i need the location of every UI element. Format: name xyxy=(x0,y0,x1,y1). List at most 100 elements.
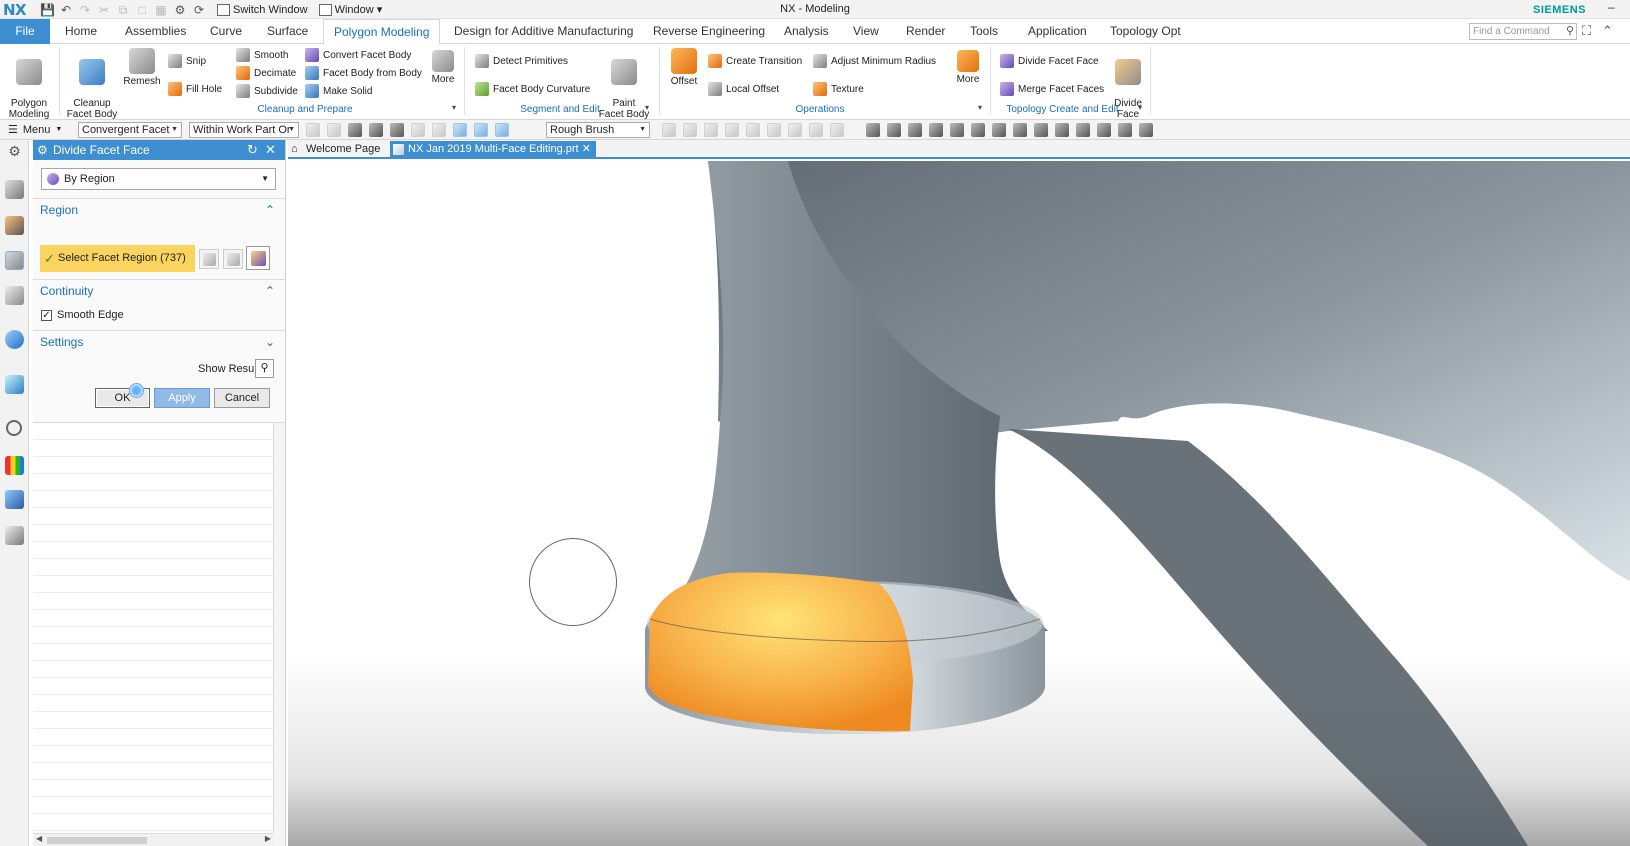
gear-icon[interactable]: ⚙ xyxy=(37,140,48,160)
reset-icon[interactable]: ↻ xyxy=(247,140,258,160)
full-screen-icon[interactable]: ⛶ xyxy=(1582,23,1591,39)
filter-icon[interactable] xyxy=(432,123,446,137)
role-icon[interactable] xyxy=(5,490,24,509)
subdivide-button[interactable]: Subdivide xyxy=(236,83,298,99)
tab-active-part[interactable]: NX Jan 2019 Multi-Face Editing.prt ✕ xyxy=(390,141,596,159)
close-tab-icon[interactable]: ✕ xyxy=(582,141,591,158)
view-icon[interactable] xyxy=(1013,123,1027,137)
tab-view[interactable]: View xyxy=(843,19,889,44)
offset-button[interactable]: Offset xyxy=(664,48,704,87)
snap-icon[interactable] xyxy=(704,123,718,137)
filter-icon[interactable] xyxy=(453,123,467,137)
make-solid-button[interactable]: Make Solid xyxy=(305,83,372,99)
section-settings[interactable]: Settings ⌄ xyxy=(33,330,286,352)
history-clock-icon[interactable] xyxy=(6,420,22,436)
view-icon[interactable] xyxy=(1139,123,1153,137)
facet-body-curvature-button[interactable]: Facet Body Curvature xyxy=(475,81,590,97)
view-icon[interactable] xyxy=(1118,123,1132,137)
analysis-icon[interactable] xyxy=(5,456,24,475)
remesh-button[interactable]: Remesh xyxy=(120,48,164,87)
snap-icon[interactable] xyxy=(662,123,676,137)
section-region[interactable]: Region ⌃ xyxy=(33,198,286,220)
snip-button[interactable]: Snip xyxy=(168,53,206,69)
tab-surface[interactable]: Surface xyxy=(257,19,318,44)
cleanup-facet-body-button[interactable]: Cleanup Facet Body xyxy=(66,48,118,120)
facet-body-from-body-button[interactable]: Facet Body from Body xyxy=(305,65,422,81)
snap-icon[interactable] xyxy=(725,123,739,137)
view-icon[interactable] xyxy=(950,123,964,137)
window-menu-button[interactable]: Window ▾ xyxy=(318,3,382,16)
chevron-down-icon[interactable]: ▾ xyxy=(1138,103,1142,112)
fill-hole-button[interactable]: Fill Hole xyxy=(168,81,222,97)
horizontal-scrollbar[interactable]: ◀ ▶ xyxy=(33,833,274,846)
minimize-icon[interactable]: – xyxy=(1608,0,1615,14)
chevron-down-icon[interactable]: ▾ xyxy=(978,103,982,112)
cut-icon[interactable]: ✂ xyxy=(97,3,111,17)
filter-icon[interactable] xyxy=(348,123,362,137)
view-icon[interactable] xyxy=(992,123,1006,137)
brush-select[interactable]: Rough Brush ▼ xyxy=(546,122,650,138)
tab-assemblies[interactable]: Assemblies xyxy=(115,19,196,44)
cancel-button[interactable]: Cancel xyxy=(214,388,270,408)
smooth-edge-checkbox[interactable]: ✓ xyxy=(41,309,52,321)
scope-filter-select[interactable]: Within Work Part Or ▼ xyxy=(189,122,299,138)
find-command-input[interactable]: Find a Command ⚲ xyxy=(1469,23,1577,40)
settings-gear-icon[interactable]: ⚙ xyxy=(5,143,24,162)
redo-icon[interactable]: ↷ xyxy=(78,3,92,17)
region-option-button[interactable] xyxy=(199,249,219,269)
more-operations-button[interactable]: More xyxy=(953,50,983,85)
tab-topology-opt[interactable]: Topology Opt xyxy=(1100,19,1191,44)
tab-application[interactable]: Application xyxy=(1018,19,1097,44)
convert-facet-body-button[interactable]: Convert Facet Body xyxy=(305,47,411,63)
view-icon[interactable] xyxy=(1055,123,1069,137)
decimate-button[interactable]: Decimate xyxy=(236,65,296,81)
snap-icon[interactable] xyxy=(683,123,697,137)
scrollbar-thumb[interactable] xyxy=(47,837,147,844)
filter-icon[interactable] xyxy=(411,123,425,137)
snap-icon[interactable] xyxy=(767,123,781,137)
filter-icon[interactable] xyxy=(474,123,488,137)
snap-icon[interactable] xyxy=(788,123,802,137)
menu-button[interactable]: ☰ Menu ▼ xyxy=(8,123,62,137)
command-finder-icon[interactable]: ⚙ xyxy=(173,3,187,17)
repeat-command-icon[interactable]: ⟳ xyxy=(192,3,206,17)
delete-icon[interactable]: ▦ xyxy=(154,3,168,17)
view-icon[interactable] xyxy=(1076,123,1090,137)
tab-reverse-engineering[interactable]: Reverse Engineering xyxy=(643,19,775,44)
filter-icon[interactable] xyxy=(327,123,341,137)
web-browser-icon[interactable] xyxy=(5,375,24,394)
tab-home[interactable]: Home xyxy=(55,19,107,44)
tab-polygon-modeling[interactable]: Polygon Modeling xyxy=(323,19,441,45)
snap-icon[interactable] xyxy=(830,123,844,137)
scroll-left-icon[interactable]: ◀ xyxy=(36,834,42,843)
view-icon[interactable] xyxy=(866,123,880,137)
show-result-button[interactable]: ⚲ xyxy=(255,359,274,378)
tab-welcome-page[interactable]: ⌂ Welcome Page xyxy=(288,141,388,159)
assembly-navigator-icon[interactable] xyxy=(5,216,24,235)
constraint-navigator-icon[interactable] xyxy=(5,251,24,270)
section-continuity[interactable]: Continuity ⌃ xyxy=(33,279,286,301)
paste-icon[interactable]: □ xyxy=(135,3,149,17)
view-icon[interactable] xyxy=(1097,123,1111,137)
filter-icon[interactable] xyxy=(369,123,383,137)
tab-render[interactable]: Render xyxy=(896,19,955,44)
scroll-right-icon[interactable]: ▶ xyxy=(265,834,271,843)
filter-icon[interactable] xyxy=(306,123,320,137)
apply-button[interactable]: Apply xyxy=(154,388,210,408)
filter-icon[interactable] xyxy=(390,123,404,137)
tab-tools[interactable]: Tools xyxy=(960,19,1008,44)
method-select[interactable]: By Region ▼ xyxy=(41,168,276,190)
type-filter-select[interactable]: Convergent Facet ▼ xyxy=(78,122,182,138)
region-option-button[interactable] xyxy=(223,249,243,269)
snap-icon[interactable] xyxy=(809,123,823,137)
adjust-minimum-radius-button[interactable]: Adjust Minimum Radius xyxy=(813,53,936,69)
view-icon[interactable] xyxy=(971,123,985,137)
chevron-down-icon[interactable]: ▾ xyxy=(452,103,456,112)
divide-facet-face-ribbon-button[interactable]: Divide Facet Face xyxy=(1000,53,1099,69)
chevron-down-icon[interactable]: ▾ xyxy=(645,103,649,112)
tab-analysis[interactable]: Analysis xyxy=(774,19,839,44)
view-icon[interactable] xyxy=(1034,123,1048,137)
local-offset-button[interactable]: Local Offset xyxy=(708,81,779,97)
tab-file[interactable]: File xyxy=(0,19,50,44)
graphics-window[interactable] xyxy=(288,161,1630,846)
